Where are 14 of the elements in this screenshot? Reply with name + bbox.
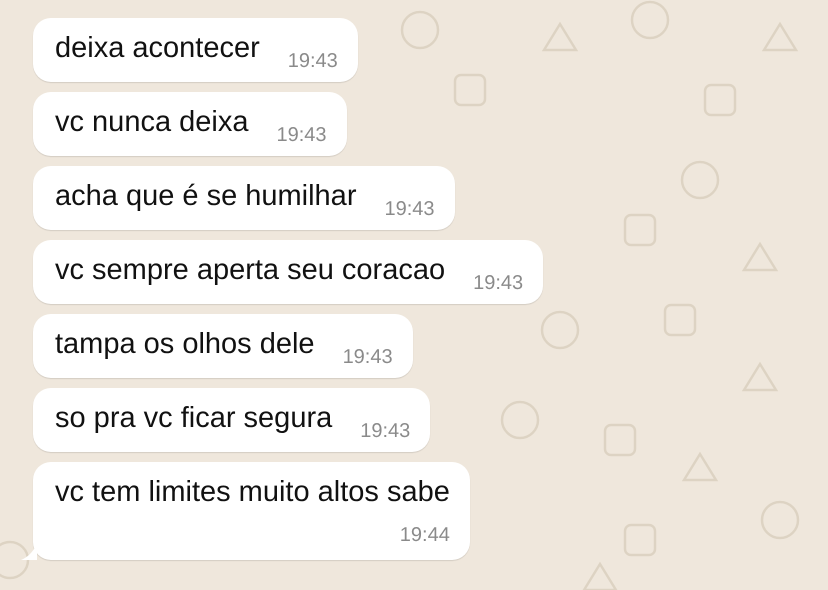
message-text: deixa acontecer [55, 32, 260, 64]
message-time: 19:43 [384, 198, 435, 220]
message-time: 19:43 [360, 420, 410, 442]
message-text: vc sempre aperta seu coracao [55, 254, 446, 286]
message-text: vc tem limites muito altos sabe [55, 475, 450, 510]
message-text: so pra vc ficar segura [55, 402, 332, 434]
message-time: 19:43 [473, 272, 524, 294]
message-text: vc nunca deixa [55, 106, 248, 138]
message-time: 19:43 [342, 346, 393, 368]
message-text: acha que é se humilhar [55, 180, 356, 212]
message-time: 19:44 [400, 523, 450, 548]
message-time: 19:43 [288, 50, 338, 72]
message-text: tampa os olhos dele [55, 328, 315, 360]
message-time: 19:43 [276, 124, 327, 146]
